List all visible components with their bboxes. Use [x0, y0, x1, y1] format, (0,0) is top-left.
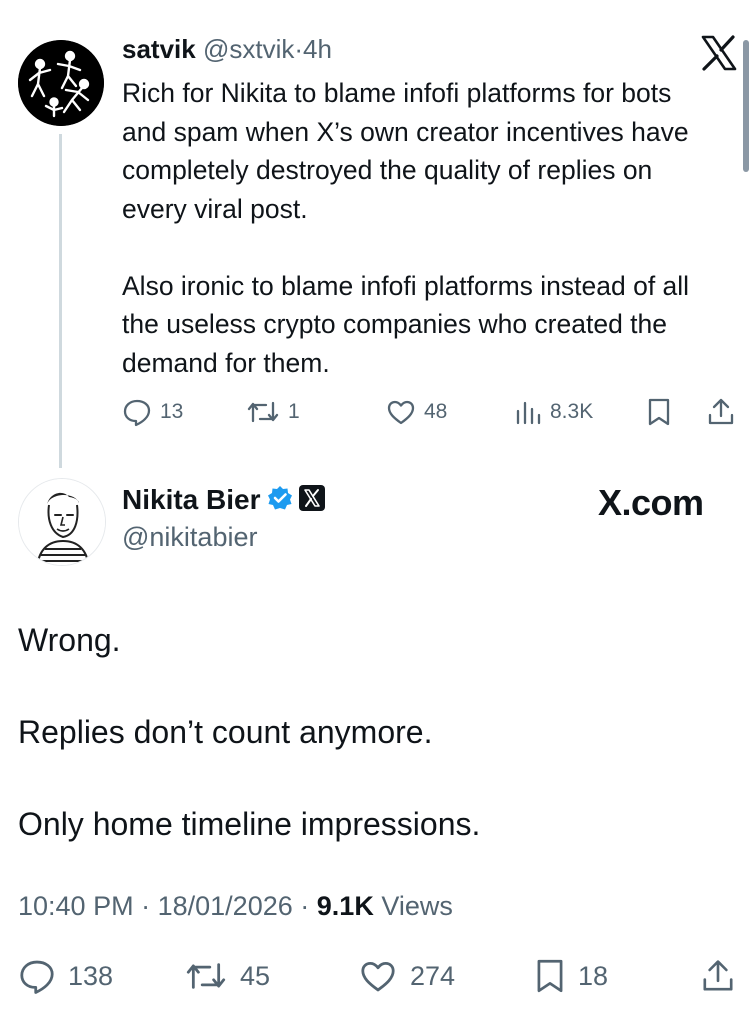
x-logo-icon: [700, 34, 738, 72]
tweet-paragraph: Replies don’t count anymore.: [18, 714, 433, 750]
bookmark-button[interactable]: 18: [534, 954, 608, 998]
tweet-date[interactable]: 18/01/2026: [158, 891, 293, 921]
separator-dot: ·: [141, 891, 151, 921]
like-count: 274: [410, 960, 456, 991]
tweet-paragraph: Also ironic to blame infofi platforms in…: [122, 270, 690, 378]
share-button[interactable]: [700, 954, 736, 998]
separator-dot: ·: [294, 34, 304, 64]
like-count: 48: [424, 400, 448, 423]
repost-icon: [184, 957, 228, 995]
tweet-meta: 10:40 PM · 18/01/2026 · 9.1K Views: [18, 891, 453, 922]
xcom-watermark: X.com: [598, 482, 704, 523]
bookmark-icon: [534, 957, 566, 995]
tweet-time[interactable]: 4h: [303, 34, 332, 64]
views-count: 9.1K: [316, 891, 374, 921]
main-tweet-author-row: Nikita Bier: [122, 484, 325, 516]
avatar-portrait-sketch: [19, 479, 105, 565]
avatar-figures-image: [18, 40, 104, 126]
author-handle[interactable]: @nikitabier: [122, 522, 257, 553]
repost-count: 1: [288, 400, 300, 423]
reply-button[interactable]: 13: [122, 394, 183, 430]
verified-badge-icon: [267, 485, 293, 516]
author-name[interactable]: Nikita Bier: [122, 484, 261, 516]
tweet-paragraph: Rich for Nikita to blame infofi platform…: [122, 78, 689, 224]
like-icon: [358, 957, 398, 995]
repost-button[interactable]: 1: [246, 394, 300, 430]
tweet-paragraph: Wrong.: [18, 622, 121, 658]
x-affiliate-badge-icon: [298, 484, 325, 516]
share-icon: [700, 957, 736, 995]
scrollbar[interactable]: [743, 40, 749, 172]
views-label: Views: [381, 891, 453, 921]
avatar-nikita-bier[interactable]: [18, 478, 106, 566]
reply-count: 138: [68, 960, 114, 991]
parent-tweet-header: satvik @sxtvik·4h: [122, 34, 332, 65]
author-name[interactable]: satvik: [122, 34, 196, 64]
bookmark-count: 18: [578, 960, 609, 991]
like-button[interactable]: 48: [386, 394, 447, 430]
bookmark-button[interactable]: [646, 394, 672, 430]
avatar-satvik[interactable]: [18, 40, 104, 126]
tweet-paragraph: Only home timeline impressions.: [18, 806, 481, 842]
reply-icon: [122, 397, 152, 427]
repost-count: 45: [240, 960, 271, 991]
share-icon: [706, 397, 736, 427]
reply-icon: [18, 957, 56, 995]
share-button[interactable]: [706, 394, 736, 430]
reply-count: 13: [160, 400, 184, 423]
main-tweet-text: Wrong. Replies don’t count anymore. Only…: [18, 617, 738, 847]
repost-icon: [246, 397, 280, 427]
tweet-time[interactable]: 10:40 PM: [18, 891, 134, 921]
views-count: 8.3K: [550, 400, 594, 423]
separator-dot: ·: [300, 891, 310, 921]
like-icon: [386, 397, 416, 427]
views-button[interactable]: 8.3K: [514, 394, 593, 430]
like-button[interactable]: 274: [358, 954, 455, 998]
views-icon: [514, 397, 542, 427]
parent-tweet-text: Rich for Nikita to blame infofi platform…: [122, 74, 722, 382]
thread-connector-line: [59, 134, 62, 468]
bookmark-icon: [646, 397, 672, 427]
reply-button[interactable]: 138: [18, 954, 113, 998]
repost-button[interactable]: 45: [184, 954, 270, 998]
author-handle[interactable]: @sxtvik: [203, 34, 294, 64]
